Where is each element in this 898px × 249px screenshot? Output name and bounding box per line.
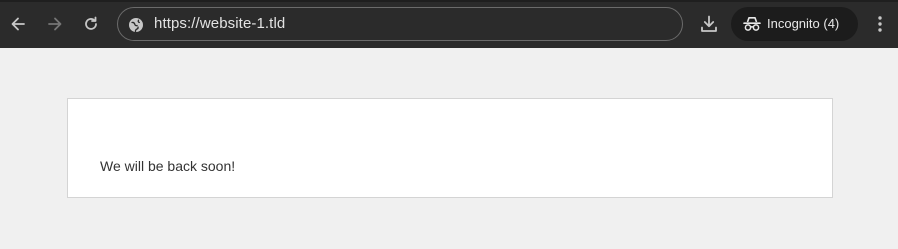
maintenance-card: We will be back soon! bbox=[67, 98, 833, 198]
browser-toolbar: https://website-1.tld Incognito (4) bbox=[0, 0, 898, 48]
url-text[interactable]: https://website-1.tld bbox=[154, 8, 285, 40]
arrow-right-icon bbox=[48, 17, 62, 31]
globe-icon[interactable] bbox=[127, 16, 145, 34]
address-bar[interactable]: https://website-1.tld bbox=[117, 7, 683, 41]
vertical-dots-icon bbox=[878, 16, 882, 32]
reload-button[interactable] bbox=[79, 12, 103, 36]
download-icon bbox=[701, 15, 717, 32]
window-top-edge bbox=[0, 0, 898, 2]
incognito-icon bbox=[743, 17, 761, 31]
back-button[interactable] bbox=[6, 12, 30, 36]
forward-button[interactable] bbox=[43, 12, 67, 36]
browser-menu-button[interactable] bbox=[868, 12, 892, 36]
maintenance-message: We will be back soon! bbox=[100, 158, 236, 174]
reload-icon bbox=[85, 16, 97, 30]
download-button[interactable] bbox=[697, 12, 721, 36]
incognito-button[interactable]: Incognito (4) bbox=[731, 7, 858, 41]
arrow-left-icon bbox=[11, 17, 25, 31]
incognito-label: Incognito (4) bbox=[767, 16, 840, 31]
